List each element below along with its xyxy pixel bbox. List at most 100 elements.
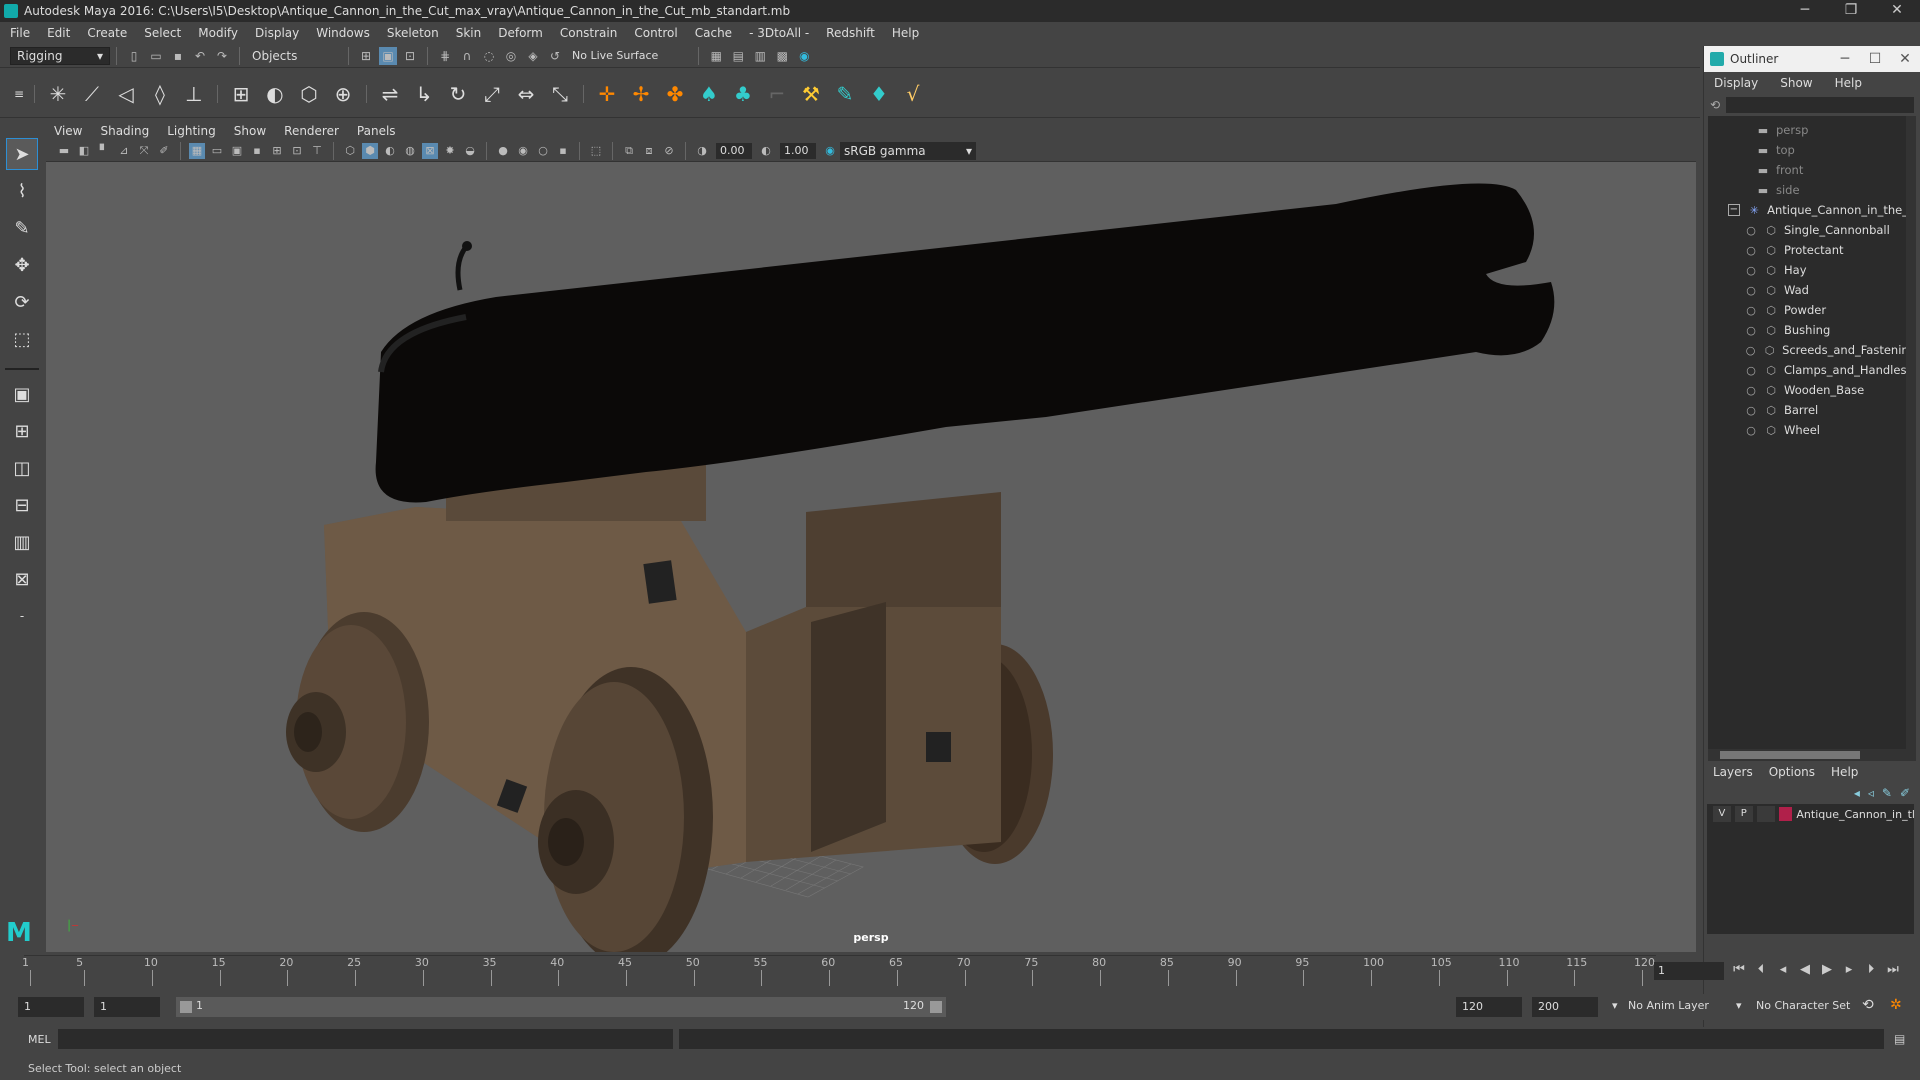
insert-joint-icon[interactable]: ◊ — [145, 79, 175, 109]
outliner-item-child[interactable]: ○ ⬡ Screeds_and_Fastening — [1708, 340, 1916, 360]
outliner-item-child[interactable]: ○ ⬡ Bushing — [1708, 320, 1916, 340]
live-surface-label[interactable]: No Live Surface — [572, 49, 658, 62]
maya-shelf-icon[interactable]: ♦ — [864, 79, 894, 109]
outliner-item-root[interactable]: − ✳ Antique_Cannon_in_the_C — [1708, 200, 1916, 220]
play-forward-icon[interactable]: ▶ — [1816, 962, 1838, 977]
point-constraint-icon[interactable]: ⇌ — [375, 79, 405, 109]
selection-mode-dropdown[interactable]: Objects — [246, 46, 342, 65]
camera-attributes-icon[interactable]: ◧ — [76, 143, 92, 159]
redshift-render-icon[interactable]: ◉ — [795, 47, 813, 65]
outliner-item-side[interactable]: ▬ side — [1708, 180, 1916, 200]
viewport-menu-shading[interactable]: Shading — [100, 124, 149, 138]
layer-playback-toggle[interactable]: P — [1734, 806, 1753, 822]
persp-graph-layout-icon[interactable]: ⊟ — [6, 489, 38, 521]
menu-modify[interactable]: Modify — [198, 26, 238, 40]
color-space-dropdown[interactable]: sRGB gamma ▾ — [840, 141, 976, 160]
aim-constraint-icon[interactable]: ↳ — [409, 79, 439, 109]
range-end-handle[interactable] — [930, 1001, 942, 1013]
outliner-horizontal-scrollbar[interactable] — [1708, 749, 1916, 761]
menu-constrain[interactable]: Constrain — [560, 26, 618, 40]
snap-curve-icon[interactable]: ∩ — [458, 47, 476, 65]
render-view-icon[interactable]: ▩ — [773, 47, 791, 65]
outliner-menu-display[interactable]: Display — [1714, 76, 1758, 90]
layer-color-swatch[interactable] — [1778, 807, 1793, 821]
grease-pencil-icon[interactable]: ✐ — [156, 143, 172, 159]
gate-mask-icon[interactable]: ▪ — [249, 143, 265, 159]
outliner-item-child[interactable]: ○ ⬡ Clamps_and_Handles — [1708, 360, 1916, 380]
custom-layout-icon[interactable]: ⊠ — [6, 563, 38, 595]
playback-start-field[interactable]: 1 — [94, 997, 160, 1017]
xray-active-icon[interactable]: ⧈ — [641, 143, 657, 159]
hypershade-layout-icon[interactable]: ▥ — [6, 526, 38, 558]
outliner-menu-help[interactable]: Help — [1835, 76, 1862, 90]
step-back-frame-icon[interactable]: ◂ — [1772, 962, 1794, 977]
current-frame-field[interactable]: 1 — [1654, 962, 1724, 980]
step-back-key-icon[interactable]: ⏴ — [1750, 962, 1772, 977]
set-key-icon[interactable]: ✢ — [626, 79, 656, 109]
xray-icon[interactable]: ⧉ — [621, 143, 637, 159]
close-button[interactable]: ✕ — [1874, 0, 1920, 22]
menu-deform[interactable]: Deform — [498, 26, 543, 40]
anim-layer-dropdown[interactable]: No Anim Layer — [1628, 999, 1709, 1012]
parent-constraint-icon[interactable]: ⇔ — [511, 79, 541, 109]
outliner-item-child[interactable]: ○ ⬡ Wheel — [1708, 420, 1916, 440]
play-backward-icon[interactable]: ◀ — [1794, 962, 1816, 977]
ik-spline-icon[interactable]: ◁ — [111, 79, 141, 109]
image-plane-icon[interactable]: ⊿ — [116, 143, 132, 159]
scale-tool-icon[interactable]: ⬚ — [6, 323, 38, 355]
menu-windows[interactable]: Windows — [316, 26, 370, 40]
command-input[interactable] — [58, 1029, 673, 1049]
hik-control-icon[interactable]: ♣ — [728, 79, 758, 109]
shadows-icon[interactable]: ◒ — [462, 143, 478, 159]
outliner-search-input[interactable] — [1726, 97, 1914, 113]
outliner-vertical-scrollbar[interactable] — [1906, 116, 1916, 749]
menu-redshift[interactable]: Redshift — [826, 26, 875, 40]
outliner-item-child[interactable]: ○ ⬡ Protectant — [1708, 240, 1916, 260]
character-set-dropdown[interactable]: No Character Set — [1756, 999, 1850, 1012]
viewport-menu-renderer[interactable]: Renderer — [284, 124, 339, 138]
outliner-maximize-button[interactable]: ☐ — [1860, 46, 1890, 72]
save-scene-icon[interactable]: ▪ — [169, 47, 187, 65]
move-layer-up-icon[interactable]: ◂ — [1854, 786, 1860, 800]
field-chart-icon[interactable]: ⊞ — [269, 143, 285, 159]
render-settings-icon[interactable]: ▦ — [707, 47, 725, 65]
select-by-component-icon[interactable]: ⊡ — [401, 47, 419, 65]
select-by-hierarchy-icon[interactable]: ⊞ — [357, 47, 375, 65]
exposure-icon[interactable]: ◑ — [694, 143, 710, 159]
time-slider[interactable]: 1 5 10 15 20 25 30 35 40 45 50 55 60 65 70 75 80 85 90 95 10… — [22, 955, 1656, 987]
collapse-icon[interactable]: − — [1728, 204, 1740, 216]
screen-space-ao-icon[interactable]: ● — [495, 143, 511, 159]
lasso-tool-icon[interactable]: ⌇ — [6, 175, 38, 207]
viewport-menu-show[interactable]: Show — [234, 124, 266, 138]
render-frame-icon[interactable]: ▤ — [729, 47, 747, 65]
cluster-icon[interactable]: ⊕ — [328, 79, 358, 109]
menu-create[interactable]: Create — [87, 26, 127, 40]
new-scene-icon[interactable]: ▯ — [125, 47, 143, 65]
camera-select-icon[interactable]: ▬ — [56, 143, 72, 159]
lattice-icon[interactable]: ⬡ — [294, 79, 324, 109]
menu-cache[interactable]: Cache — [695, 26, 732, 40]
paint-weights-icon[interactable]: ◐ — [260, 79, 290, 109]
anti-aliasing-icon[interactable]: ○ — [535, 143, 551, 159]
animation-start-field[interactable]: 1 — [18, 997, 84, 1017]
shelf-handle-icon[interactable]: ≡ — [12, 79, 26, 109]
outliner-item-child[interactable]: ○ ⬡ Single_Cannonball — [1708, 220, 1916, 240]
auto-key-icon[interactable]: ⟲ — [1862, 997, 1874, 1013]
step-forward-key-icon[interactable]: ⏵ — [1860, 962, 1882, 977]
go-to-end-icon[interactable]: ⏭ — [1882, 962, 1904, 977]
more-layouts-icon[interactable]: - — [6, 600, 38, 632]
range-start-handle[interactable] — [180, 1001, 192, 1013]
snap-view-icon[interactable]: ◎ — [502, 47, 520, 65]
ipr-render-icon[interactable]: ▥ — [751, 47, 769, 65]
move-layer-down-icon[interactable]: ◃ — [1868, 786, 1874, 800]
color-management-icon[interactable]: ◉ — [822, 143, 838, 159]
layers-menu-layers[interactable]: Layers — [1713, 765, 1753, 779]
viewport-menu-view[interactable]: View — [54, 124, 82, 138]
bind-skin-icon[interactable]: ⊞ — [226, 79, 256, 109]
outliner-item-child[interactable]: ○ ⬡ Barrel — [1708, 400, 1916, 420]
viewport-menu-panels[interactable]: Panels — [357, 124, 396, 138]
command-language-label[interactable]: MEL — [0, 1033, 58, 1046]
pole-vector-icon[interactable]: ⤡ — [545, 79, 575, 109]
new-layer-selected-icon[interactable]: ✐ — [1900, 786, 1910, 800]
orient-constraint-icon[interactable]: ↻ — [443, 79, 473, 109]
